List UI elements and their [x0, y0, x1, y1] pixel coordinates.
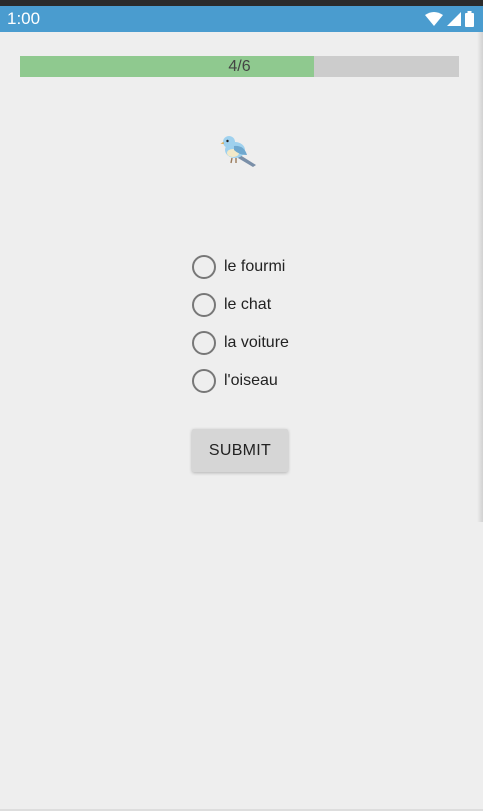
submit-button[interactable]: SUBMIT — [192, 429, 288, 472]
wifi-icon — [425, 12, 443, 26]
status-bar: 1:00 — [0, 6, 483, 32]
option-loiseau[interactable]: l'oiseau — [192, 368, 289, 393]
status-time: 1:00 — [7, 9, 41, 28]
option-label: le fourmi — [224, 257, 286, 275]
edge-shadow — [477, 32, 483, 522]
status-icons — [425, 10, 474, 28]
option-le-fourmi[interactable]: le fourmi — [192, 254, 289, 279]
option-le-chat[interactable]: le chat — [192, 292, 289, 317]
battery-icon — [465, 11, 474, 27]
option-la-voiture[interactable]: la voiture — [192, 330, 289, 355]
answer-options: le fourmi le chat la voiture l'oiseau — [192, 254, 289, 406]
radio-button[interactable] — [192, 368, 216, 393]
radio-button[interactable] — [192, 330, 216, 355]
option-label: la voiture — [224, 333, 289, 351]
radio-button[interactable] — [192, 292, 216, 317]
option-label: le chat — [224, 295, 272, 313]
option-label: l'oiseau — [224, 371, 278, 389]
progress-bar: 4/6 — [20, 56, 459, 77]
bird-icon — [220, 131, 258, 169]
signal-icon — [447, 12, 461, 26]
radio-button[interactable] — [192, 254, 216, 279]
progress-label: 4/6 — [228, 58, 251, 75]
